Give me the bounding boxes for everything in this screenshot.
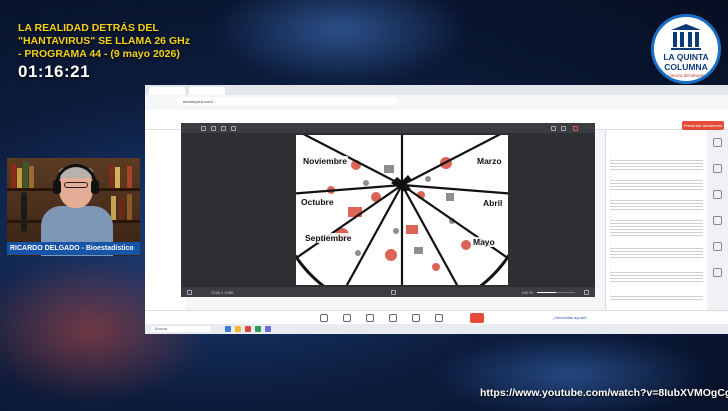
month-label-may: Mayo: [472, 237, 496, 247]
taskbar-search[interactable]: Buscar: [151, 326, 211, 332]
rail-icon[interactable]: [713, 242, 722, 251]
edit-icon[interactable]: [221, 125, 226, 131]
browser-tab[interactable]: [189, 87, 225, 95]
rail-icon[interactable]: [713, 190, 722, 199]
right-rail: [707, 130, 728, 312]
image-viewer-toolbar: [181, 123, 595, 133]
present-document-button[interactable]: Presentar documento: [682, 121, 724, 130]
filmstrip-icon[interactable]: [391, 289, 396, 295]
logo-tagline: La ciencia del despertar: [662, 73, 710, 78]
taskbar-app-icon[interactable]: [255, 326, 261, 332]
mic-button[interactable]: [320, 314, 328, 322]
month-label-november: Noviembre: [302, 156, 348, 166]
stream-title: LA REALIDAD DETRÁS DEL "HANTAVIRUS" SE L…: [18, 22, 208, 61]
crop-icon[interactable]: [211, 125, 216, 131]
rail-icon[interactable]: [713, 138, 722, 147]
month-label-march: Marzo: [476, 156, 503, 166]
presenter-nameplate: RICARDO DELGADO - Bioestadístico: [7, 242, 140, 255]
image-viewer-statusbar: 1226 x 1080 100 %: [181, 287, 595, 297]
close-icon[interactable]: [573, 125, 578, 131]
stream-title-line2: "HANTAVIRUS" SE LLAMA 26 GHz: [18, 35, 190, 47]
image-size-icon: [187, 289, 192, 295]
displayed-image: Noviembre Octubre Septiembre Marzo Abril…: [296, 135, 508, 285]
camera-button[interactable]: [343, 314, 351, 322]
browser-tabstrip: [145, 85, 728, 95]
image-viewer-window: Noviembre Octubre Septiembre Marzo Abril…: [181, 123, 595, 297]
taskbar-app-icon[interactable]: [235, 326, 241, 332]
stream-timer: 01:16:21: [18, 62, 91, 81]
zoom-slider-fill: [537, 291, 556, 293]
screen-share-button[interactable]: [366, 314, 374, 322]
participants-button[interactable]: [435, 314, 443, 322]
zoom-level: 100 %: [521, 290, 533, 295]
youtube-url: https://www.youtube.com/watch?v=8IubXVMO…: [480, 387, 728, 399]
shared-screen: streamyard.com/... Presentar documento ·…: [145, 85, 728, 334]
month-label-september: Septiembre: [304, 233, 353, 243]
taskbar-app-icon[interactable]: [245, 326, 251, 332]
stream-title-line3: - PROGRAMA 44 - (9 mayo 2026): [18, 48, 180, 60]
month-label-october: Octubre: [300, 197, 335, 207]
taskbar-app-icon[interactable]: [265, 326, 271, 332]
meeting-controls-bar: ¿Necesitas ayuda?: [145, 310, 728, 324]
participants-pane: · · ·: [145, 130, 185, 312]
logo-text-line2: COLUMNA: [664, 62, 708, 72]
help-link[interactable]: ¿Necesitas ayuda?: [553, 315, 587, 320]
maximize-icon[interactable]: [561, 125, 566, 131]
rail-icon[interactable]: [713, 164, 722, 173]
taskbar-app-icon[interactable]: [225, 326, 231, 332]
rail-icon[interactable]: [713, 268, 722, 277]
address-bar[interactable]: streamyard.com/...: [177, 97, 397, 105]
logo-text-line1: LA QUINTA: [663, 52, 709, 62]
month-label-april: Abril: [482, 198, 504, 208]
rotate-icon[interactable]: [201, 125, 206, 131]
stream-title-line1: LA REALIDAD DETRÁS DEL: [18, 22, 159, 34]
image-dimensions: 1226 x 1080: [211, 290, 234, 295]
leave-call-button[interactable]: [470, 313, 484, 323]
reactions-button[interactable]: [412, 314, 420, 322]
zoom-slider[interactable]: [537, 291, 575, 293]
delete-icon[interactable]: [231, 125, 236, 131]
chat-pane: · · · · · · ·: [605, 130, 707, 312]
microphone: [21, 192, 27, 232]
columns-icon: [671, 24, 701, 50]
channel-logo: LA QUINTA COLUMNA La ciencia del despert…: [651, 14, 721, 84]
minimize-icon[interactable]: [551, 125, 556, 131]
windows-taskbar: Buscar: [145, 324, 728, 334]
fullscreen-icon[interactable]: [584, 289, 589, 295]
rail-icon[interactable]: [713, 216, 722, 225]
chat-button[interactable]: [389, 314, 397, 322]
browser-tab[interactable]: [149, 87, 185, 95]
